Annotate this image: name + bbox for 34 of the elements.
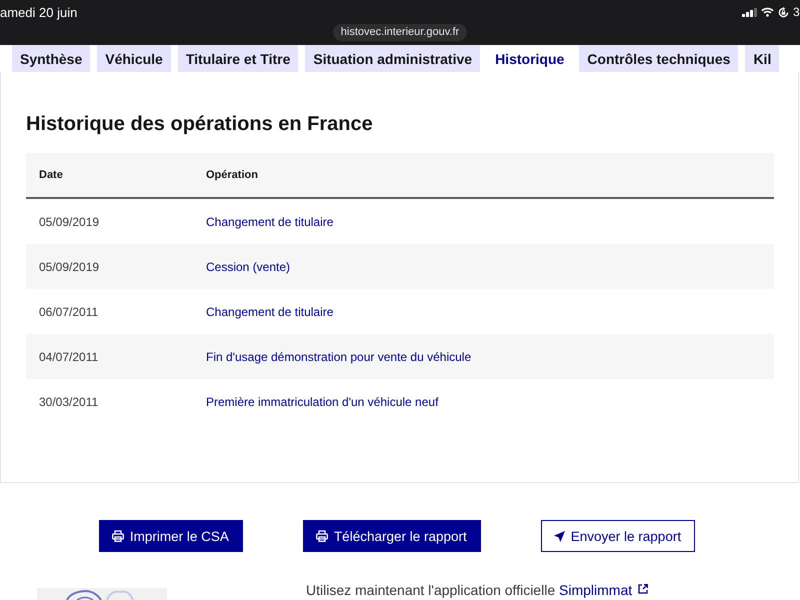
operation-link[interactable]: Changement de titulaire (206, 214, 334, 228)
operation-link[interactable]: Fin d'usage démonstration pour vente du véhicule (206, 350, 472, 364)
printer-icon (112, 530, 124, 542)
simplimmat-link[interactable]: Simplimmat (559, 582, 632, 598)
send-icon (554, 530, 565, 542)
tab[interactable]: Véhicule (97, 45, 171, 72)
signal-icon (742, 8, 757, 16)
section-title: Historique des opérations en France (26, 112, 374, 136)
date-cell-text: 05/09/2019 (38, 260, 100, 274)
tab[interactable]: Situation administrative (305, 45, 480, 72)
promo-text: Utilisez maintenant l'application officielle Simplimmat (306, 582, 648, 598)
operation-link[interactable]: Première immatriculation d'un véhicule neuf (206, 394, 438, 408)
rotation-lock-icon (778, 6, 789, 18)
wifi-icon (761, 7, 774, 17)
operation-link[interactable]: Changement de titulaire (206, 304, 334, 318)
battery-level: 3 (793, 5, 800, 19)
address-bar[interactable]: histovec.interieur.gouv.fr (332, 24, 468, 41)
send-button[interactable]: Envoyer le rapport (540, 520, 696, 552)
date-cell-text: 04/07/2011 (38, 350, 100, 364)
external-link-icon (638, 584, 648, 594)
tab[interactable]: Titulaire et Titre (178, 45, 298, 72)
date-cell-text: 06/07/2011 (38, 304, 100, 318)
date-cell-text: 05/09/2019 (38, 214, 100, 228)
download-button[interactable]: Télécharger le rapport (302, 520, 481, 552)
column-header: Date (38, 169, 64, 181)
operation-link[interactable]: Cession (vente) (206, 260, 290, 274)
tab[interactable]: Contrôles techniques (579, 45, 738, 72)
tab[interactable]: Kil (745, 45, 780, 72)
print-button[interactable]: Imprimer le CSA (98, 520, 243, 552)
printer-icon (316, 530, 328, 542)
date-cell-text: 30/03/2011 (38, 394, 100, 408)
tab[interactable]: Synthèse (12, 45, 90, 72)
column-header: Opération (205, 169, 259, 181)
status-date: amedi 20 juin (0, 4, 78, 20)
